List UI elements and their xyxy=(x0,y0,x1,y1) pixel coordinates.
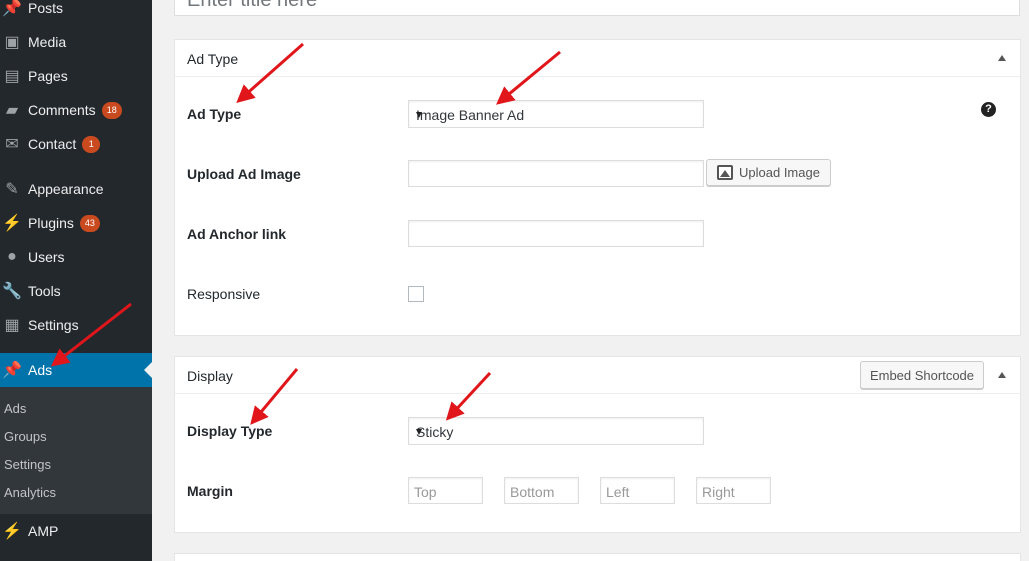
collapse-toggle-icon[interactable] xyxy=(998,372,1006,378)
ad-type-postbox-header[interactable]: Ad Type xyxy=(175,40,1020,77)
submenu-item-ads[interactable]: Ads xyxy=(4,401,26,416)
sidebar-item-partial[interactable]: ● xyxy=(0,548,152,561)
plugin-icon: ⚡ xyxy=(2,215,22,232)
mail-icon: ✉ xyxy=(5,136,19,153)
circle-icon: ● xyxy=(2,555,22,561)
upload-ad-image-label: Upload Ad Image xyxy=(187,166,301,182)
settings-icon: ▦ xyxy=(4,317,20,334)
image-icon xyxy=(717,165,734,180)
ad-type-label: Ad Type xyxy=(187,106,242,122)
submenu-item-analytics[interactable]: Analytics xyxy=(4,485,56,500)
plugins-count-badge: 43 xyxy=(79,214,100,232)
sidebar-item-media[interactable]: ▣ Media xyxy=(0,25,152,59)
sidebar-item-plugins[interactable]: ⚡ Plugins 43 xyxy=(0,206,152,240)
sidebar-item-posts[interactable]: 📌 Posts xyxy=(0,0,152,25)
amp-icon: ⚡ xyxy=(2,523,22,540)
postbox-heading: Ad Type xyxy=(187,51,239,67)
embed-shortcode-button[interactable]: Embed Shortcode xyxy=(860,361,984,389)
responsive-checkbox[interactable] xyxy=(408,286,424,302)
pushpin-icon: 📌 xyxy=(2,362,22,379)
sidebar-item-settings[interactable]: ▦ Settings xyxy=(0,308,152,342)
brush-icon: ✎ xyxy=(5,181,19,198)
ad-type-select[interactable]: Image Banner Ad xyxy=(408,100,704,128)
pages-icon: ▤ xyxy=(4,68,20,85)
comments-count-badge: 18 xyxy=(101,101,122,119)
margin-right-input[interactable]: Right xyxy=(696,477,771,504)
ad-anchor-link-label: Ad Anchor link xyxy=(187,226,287,242)
ads-submenu: Ads Groups Settings Analytics xyxy=(0,387,152,514)
ad-type-postbox: Ad Type ? Ad Type Image Banner Ad Upload… xyxy=(174,39,1021,336)
next-postbox xyxy=(174,553,1021,561)
post-title-input[interactable]: Enter title here xyxy=(174,0,1020,16)
comment-icon: ▰ xyxy=(5,102,19,119)
display-type-select[interactable]: Sticky xyxy=(408,417,704,445)
user-icon: ● xyxy=(7,248,17,265)
media-icon: ▣ xyxy=(4,34,20,51)
dropdown-arrow-icon xyxy=(416,429,422,435)
margin-left-input[interactable]: Left xyxy=(600,477,675,504)
sidebar-item-tools[interactable]: 🔧 Tools xyxy=(0,274,152,308)
display-postbox: Display Embed Shortcode Display Type Sti… xyxy=(174,356,1021,533)
postbox-heading: Display xyxy=(187,368,233,384)
margin-label: Margin xyxy=(187,483,233,499)
sidebar-item-contact[interactable]: ✉ Contact 1 xyxy=(0,127,152,161)
margin-bottom-input[interactable]: Bottom xyxy=(504,477,579,504)
sidebar-item-appearance[interactable]: ✎ Appearance xyxy=(0,172,152,206)
margin-top-input[interactable]: Top xyxy=(408,477,483,504)
ad-image-url-input[interactable] xyxy=(408,160,704,187)
sidebar-item-ads[interactable]: 📌 Ads xyxy=(0,353,152,387)
help-icon[interactable]: ? xyxy=(981,102,996,117)
ad-anchor-link-input[interactable] xyxy=(408,220,704,247)
sidebar-item-comments[interactable]: ▰ Comments 18 xyxy=(0,93,152,127)
display-type-label: Display Type xyxy=(187,423,273,439)
upload-image-button[interactable]: Upload Image xyxy=(706,159,831,186)
admin-sidebar: 📌 Posts ▣ Media ▤ Pages ▰ Comments 18 ✉ … xyxy=(0,0,152,561)
dropdown-arrow-icon xyxy=(416,112,422,118)
submenu-item-groups[interactable]: Groups xyxy=(4,429,47,444)
submenu-item-settings[interactable]: Settings xyxy=(4,457,51,472)
responsive-label: Responsive xyxy=(187,286,261,302)
active-indicator xyxy=(144,362,152,378)
display-postbox-header[interactable]: Display Embed Shortcode xyxy=(175,357,1020,394)
contact-count-badge: 1 xyxy=(82,135,101,153)
collapse-toggle-icon[interactable] xyxy=(998,55,1006,61)
sidebar-item-pages[interactable]: ▤ Pages xyxy=(0,59,152,93)
sidebar-item-amp[interactable]: ⚡ AMP xyxy=(0,514,152,548)
sidebar-item-users[interactable]: ● Users xyxy=(0,240,152,274)
wrench-icon: 🔧 xyxy=(2,283,22,300)
pushpin-icon: 📌 xyxy=(2,0,22,17)
